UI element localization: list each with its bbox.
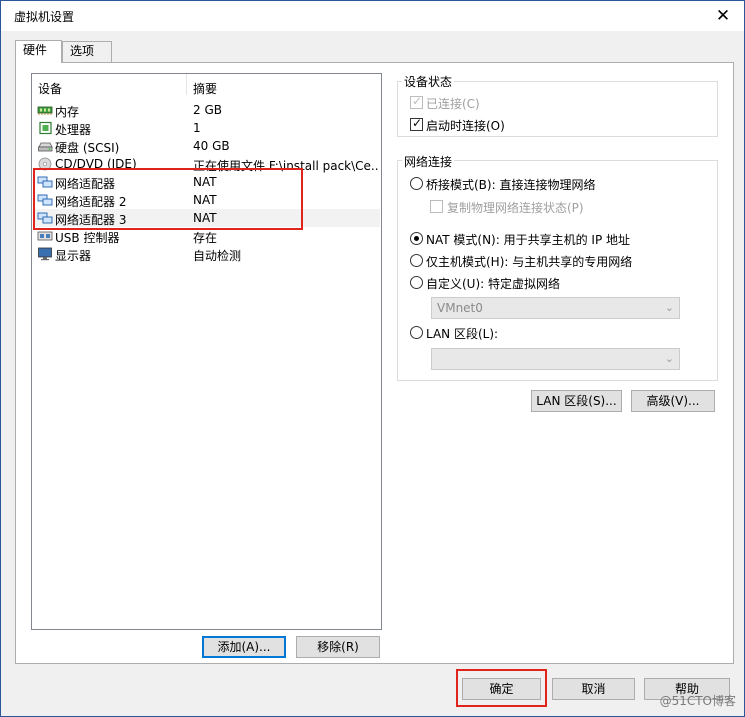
- device-list[interactable]: 设备 摘要 内存 2 GB 处理器 1 硬盘 (SCSI) 40 GB CD/D…: [31, 73, 382, 630]
- cpu-icon: [39, 121, 52, 135]
- memory-icon: [37, 106, 53, 115]
- connected-checkbox[interactable]: ✓: [410, 94, 423, 109]
- device-row-harddisk[interactable]: 硬盘 (SCSI) 40 GB: [33, 137, 380, 155]
- bridged-radio[interactable]: [410, 177, 423, 190]
- device-summary: 2 GB: [193, 103, 222, 117]
- custom-network-value: VMnet0: [437, 301, 483, 315]
- column-device[interactable]: 设备: [38, 80, 62, 97]
- bridged-label: 桥接模式(B): 直接连接物理网络: [426, 178, 596, 192]
- lan-segments-button[interactable]: LAN 区段(S)...: [531, 390, 622, 412]
- device-summary: 1: [193, 121, 201, 135]
- lan-segment-label: LAN 区段(L):: [426, 327, 499, 341]
- hardware-panel: 设备 摘要 内存 2 GB 处理器 1 硬盘 (SCSI) 40 GB CD/D…: [15, 62, 734, 664]
- replicate-state-label: 复制物理网络连接状态(P): [447, 201, 584, 215]
- custom-radio[interactable]: [410, 276, 423, 289]
- device-name: 内存: [55, 105, 80, 119]
- tab-options[interactable]: 选项: [62, 41, 112, 62]
- device-list-header: 设备 摘要: [32, 74, 381, 97]
- add-device-button[interactable]: 添加(A)...: [202, 636, 286, 658]
- device-name: USB 控制器: [55, 231, 120, 245]
- column-summary[interactable]: 摘要: [193, 80, 217, 97]
- tab-hardware[interactable]: 硬件: [15, 40, 62, 63]
- connect-on-start-checkbox[interactable]: ✓: [410, 116, 423, 131]
- chevron-down-icon: ⌄: [664, 352, 674, 365]
- device-summary: NAT: [193, 175, 217, 189]
- device-status-label: 设备状态: [402, 73, 455, 90]
- device-row-usb[interactable]: USB 控制器 存在: [33, 227, 380, 245]
- usb-icon: [37, 231, 53, 241]
- network-connection-label: 网络连接: [402, 153, 455, 170]
- device-name: 处理器: [55, 123, 92, 137]
- network-adapter-icon: [37, 212, 53, 224]
- device-row-memory[interactable]: 内存 2 GB: [33, 101, 380, 119]
- device-summary: 存在: [193, 231, 218, 245]
- custom-label: 自定义(U): 特定虚拟网络: [426, 277, 561, 291]
- device-row-cdrom[interactable]: CD/DVD (IDE) 正在使用文件 F:\install pack\Ce..…: [33, 155, 380, 173]
- remove-device-button[interactable]: 移除(R): [296, 636, 380, 658]
- title-bar: 虚拟机设置 ✕: [1, 1, 744, 31]
- hostonly-label: 仅主机模式(H): 与主机共享的专用网络: [426, 255, 633, 269]
- window-title: 虚拟机设置: [14, 10, 75, 24]
- cdrom-icon: [38, 157, 52, 171]
- network-adapter-icon: [37, 176, 53, 188]
- advanced-button[interactable]: 高级(V)...: [631, 390, 715, 412]
- monitor-icon: [38, 247, 52, 261]
- device-name: CD/DVD (IDE): [55, 157, 137, 171]
- device-row-network-adapter[interactable]: 网络适配器 NAT: [33, 173, 380, 191]
- device-name: 显示器: [55, 249, 92, 263]
- close-icon[interactable]: ✕: [708, 4, 738, 28]
- nat-label: NAT 模式(N): 用于共享主机的 IP 地址: [426, 233, 631, 247]
- device-summary: 40 GB: [193, 139, 230, 153]
- watermark: @51CTO博客: [659, 694, 736, 708]
- lan-segment-select[interactable]: ⌄: [431, 348, 680, 370]
- check-icon: ✓: [412, 94, 423, 108]
- column-separator: [186, 74, 187, 95]
- hostonly-radio[interactable]: [410, 254, 423, 267]
- device-row-display[interactable]: 显示器 自动检测: [33, 245, 380, 263]
- device-summary: NAT: [193, 193, 217, 207]
- nat-radio[interactable]: [410, 232, 423, 245]
- device-name: 网络适配器 2: [55, 195, 127, 209]
- vm-settings-window: 虚拟机设置 ✕ 硬件 选项 设备 摘要 内存 2 GB 处理器 1 硬盘 (SC…: [0, 0, 745, 717]
- custom-network-select[interactable]: VMnet0 ⌄: [431, 297, 680, 319]
- device-name: 网络适配器 3: [55, 213, 127, 227]
- device-row-network-adapter-3[interactable]: 网络适配器 3 NAT: [33, 209, 380, 227]
- radio-dot: [414, 236, 419, 241]
- chevron-down-icon: ⌄: [664, 301, 674, 314]
- device-name: 网络适配器: [55, 177, 116, 191]
- connect-on-start-label: 启动时连接(O): [426, 119, 505, 133]
- device-summary: NAT: [193, 211, 217, 225]
- device-summary: 正在使用文件 F:\install pack\Ce...: [193, 159, 378, 173]
- network-adapter-icon: [37, 194, 53, 206]
- device-row-network-adapter-2[interactable]: 网络适配器 2 NAT: [33, 191, 380, 209]
- check-icon: ✓: [412, 116, 423, 130]
- cancel-button[interactable]: 取消: [552, 678, 635, 700]
- device-summary: 自动检测: [193, 249, 242, 263]
- lan-segment-radio[interactable]: [410, 326, 423, 339]
- ok-button[interactable]: 确定: [462, 678, 541, 700]
- harddisk-icon: [38, 142, 53, 152]
- device-name: 硬盘 (SCSI): [55, 141, 120, 155]
- connected-label: 已连接(C): [426, 97, 480, 111]
- replicate-state-checkbox[interactable]: [430, 200, 443, 213]
- device-row-cpu[interactable]: 处理器 1: [33, 119, 380, 137]
